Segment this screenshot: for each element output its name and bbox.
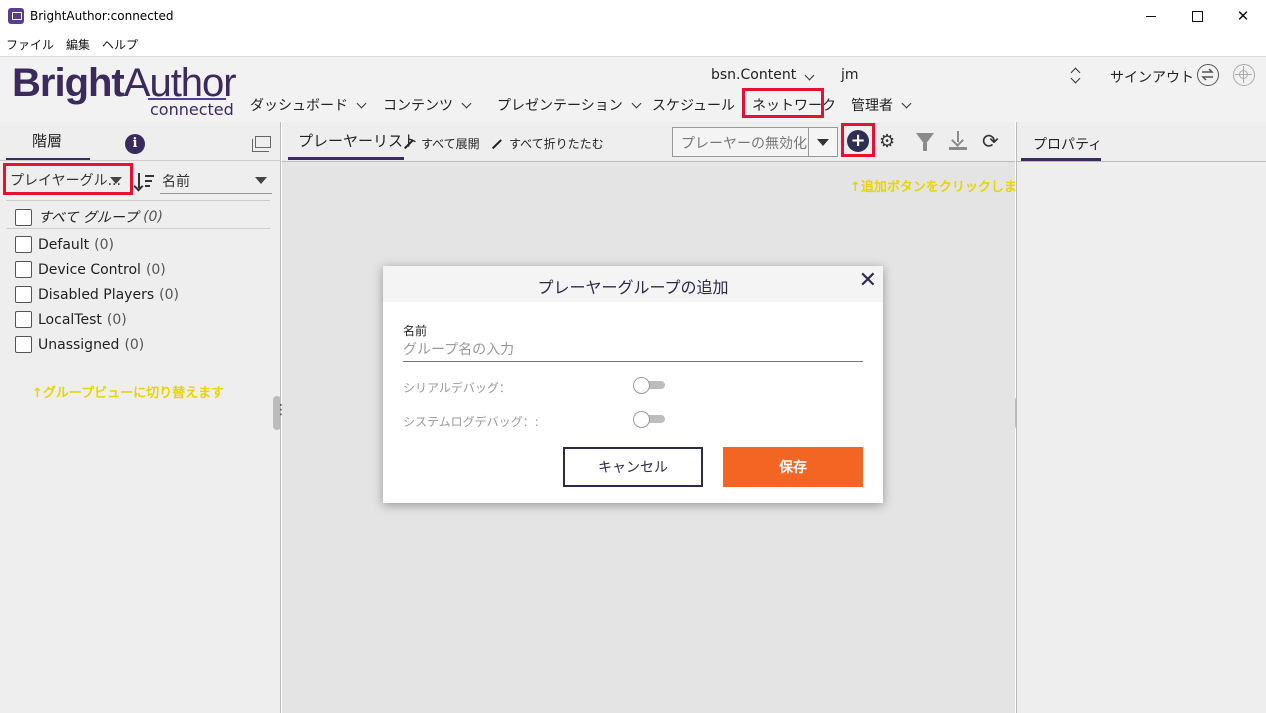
group-select-highlight-box bbox=[3, 163, 133, 195]
globe-icon[interactable] bbox=[1233, 64, 1255, 86]
dialog-header: プレーヤーグループの追加 ✕ bbox=[383, 266, 883, 302]
app-icon bbox=[8, 8, 24, 24]
annotation-group-view: ↑グループビューに切り替えます bbox=[32, 386, 225, 401]
info-icon[interactable]: i bbox=[125, 134, 145, 154]
all-groups-item[interactable]: すべて グループ (0) bbox=[15, 207, 163, 227]
window-title: BrightAuthor:connected bbox=[30, 9, 174, 23]
divider bbox=[6, 228, 270, 229]
dialog-title: プレーヤーグループの追加 bbox=[537, 278, 729, 297]
expand-collapse-icon[interactable] bbox=[1070, 66, 1082, 84]
group-name-input[interactable] bbox=[403, 338, 863, 362]
checkbox[interactable] bbox=[15, 208, 32, 226]
checkbox[interactable] bbox=[15, 336, 32, 353]
close-icon[interactable]: ✕ bbox=[1220, 0, 1266, 32]
chevron-down-icon bbox=[461, 98, 472, 108]
refresh-icon[interactable]: ⟳ bbox=[982, 129, 999, 153]
list-item[interactable]: Default (0) bbox=[15, 236, 114, 253]
expand-icon bbox=[404, 139, 413, 148]
syslog-debug-toggle[interactable] bbox=[633, 411, 667, 428]
properties-panel: プロパティ bbox=[1016, 122, 1266, 713]
collapse-all-button[interactable]: すべて折りたたむ bbox=[492, 135, 604, 152]
network-highlight-box bbox=[742, 88, 824, 118]
sign-out-button[interactable]: サインアウト bbox=[1110, 67, 1194, 87]
checkbox[interactable] bbox=[15, 261, 32, 278]
nav-schedule[interactable]: スケジュール bbox=[652, 95, 735, 115]
sync-icon[interactable] bbox=[1197, 64, 1219, 86]
filter-icon[interactable] bbox=[916, 133, 934, 151]
list-item[interactable]: LocalTest (0) bbox=[15, 311, 127, 328]
annotation-add-button: ↑追加ボタンをクリックします bbox=[850, 180, 1030, 195]
cancel-button[interactable]: キャンセル bbox=[563, 447, 703, 487]
menu-file[interactable]: ファイル bbox=[6, 36, 54, 53]
add-button-highlight-box bbox=[841, 123, 875, 157]
chevron-down-icon bbox=[631, 98, 642, 108]
nav-presentation[interactable]: プレゼンテーション bbox=[497, 95, 642, 115]
window-controls: ✕ bbox=[1128, 0, 1266, 32]
download-icon-base bbox=[949, 147, 967, 150]
serial-debug-toggle[interactable] bbox=[633, 377, 667, 394]
nav-admin[interactable]: 管理者 bbox=[851, 95, 912, 115]
maximize-icon[interactable] bbox=[1174, 0, 1220, 32]
serial-debug-label: シリアルデバッグ： bbox=[403, 381, 511, 395]
tab-properties[interactable]: プロパティ bbox=[1033, 134, 1102, 154]
save-button[interactable]: 保存 bbox=[723, 447, 863, 487]
divider bbox=[0, 160, 281, 161]
divider bbox=[6, 200, 270, 201]
add-player-group-dialog: プレーヤーグループの追加 ✕ 名前 シリアルデバッグ： システムログデバッグ：:… bbox=[383, 266, 883, 503]
logo-sub: connected bbox=[150, 100, 234, 119]
sort-icon[interactable] bbox=[137, 173, 155, 189]
minimize-icon[interactable] bbox=[1128, 0, 1174, 32]
gear-icon[interactable]: ⚙ bbox=[879, 131, 895, 152]
dropdown-arrow-icon bbox=[817, 139, 829, 146]
tab-underline bbox=[288, 157, 404, 160]
account-selector[interactable]: bsn.Content bbox=[711, 67, 815, 83]
list-item[interactable]: Disabled Players (0) bbox=[15, 286, 179, 303]
tab-player-list[interactable]: プレーヤーリスト bbox=[298, 130, 418, 151]
sort-select[interactable]: 名前 bbox=[160, 166, 272, 194]
menu-help[interactable]: ヘルプ bbox=[102, 36, 138, 53]
list-item[interactable]: Unassigned (0) bbox=[15, 336, 144, 353]
window-titlebar: BrightAuthor:connected ✕ bbox=[0, 0, 1266, 32]
chevron-down-icon bbox=[804, 70, 815, 81]
close-icon[interactable]: ✕ bbox=[859, 268, 877, 293]
chevron-down-icon bbox=[901, 98, 912, 108]
user-name: jm bbox=[841, 67, 859, 83]
collapse-icon bbox=[492, 139, 501, 148]
nav-dashboard[interactable]: ダッシュボード bbox=[250, 95, 367, 115]
divider bbox=[1017, 161, 1266, 162]
chevron-down-icon bbox=[356, 98, 367, 108]
dropdown-button[interactable] bbox=[808, 127, 838, 157]
list-item[interactable]: Device Control (0) bbox=[15, 261, 166, 278]
checkbox[interactable] bbox=[15, 311, 32, 328]
menu-bar: ファイル 編集 ヘルプ bbox=[0, 32, 1266, 56]
resize-handle[interactable] bbox=[273, 396, 288, 430]
syslog-debug-label: システムログデバッグ：: bbox=[403, 415, 539, 429]
player-list-toolbar: プレーヤーリスト すべて展開 すべて折りたたむ プレーヤーの無効化 + ⚙ ⟳ bbox=[282, 122, 1015, 162]
expand-all-button[interactable]: すべて展開 bbox=[404, 135, 480, 152]
nav-content[interactable]: コンテンツ bbox=[383, 95, 472, 115]
left-panel: 階層 i プレイヤーグル... 名前 すべて グループ (0) Default … bbox=[0, 122, 288, 713]
tab-hierarchy[interactable]: 階層 bbox=[32, 130, 62, 151]
dropdown-arrow-icon bbox=[255, 177, 267, 184]
checkbox[interactable] bbox=[15, 286, 32, 303]
menu-edit[interactable]: 編集 bbox=[66, 36, 90, 53]
name-label: 名前 bbox=[403, 324, 428, 338]
panel-toggle-icon[interactable] bbox=[252, 136, 271, 152]
checkbox[interactable] bbox=[15, 236, 32, 253]
